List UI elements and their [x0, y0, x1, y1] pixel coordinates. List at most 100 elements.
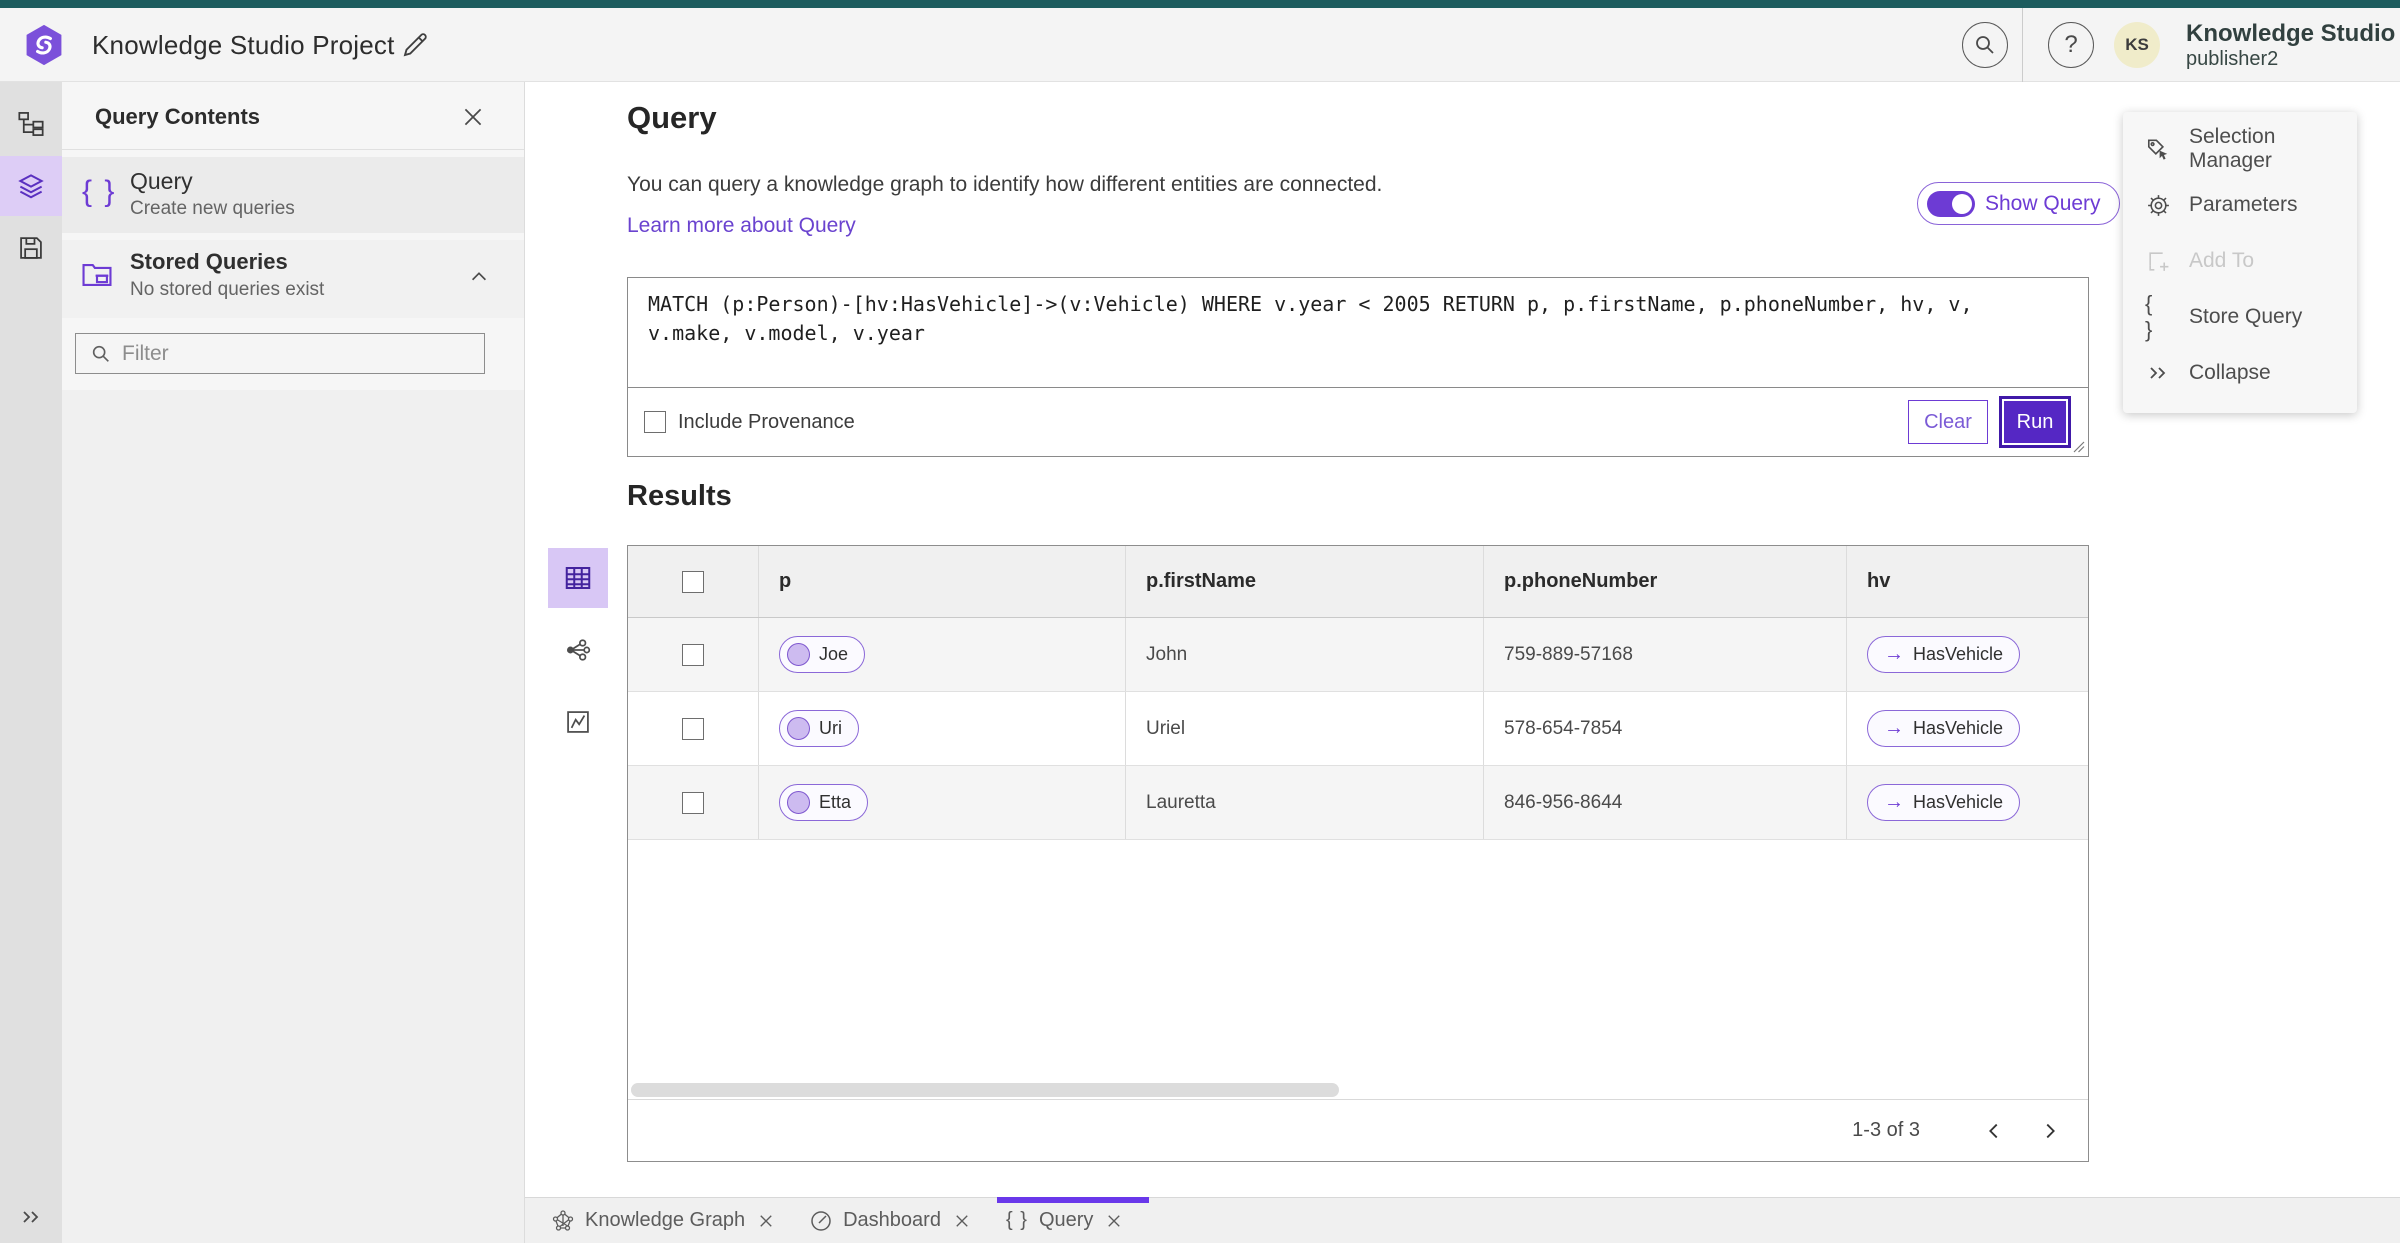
chevron-right-icon — [2046, 1123, 2055, 1138]
previous-page-button[interactable] — [1972, 1109, 2016, 1153]
include-provenance-label: Include Provenance — [678, 410, 855, 433]
include-provenance-checkbox[interactable] — [644, 411, 666, 433]
selection-manager-button[interactable]: Selection Manager — [2123, 121, 2357, 177]
app-header: Knowledge Studio Project ? KS Knowledge … — [0, 8, 2400, 82]
search-button[interactable] — [1962, 22, 2008, 68]
column-header-firstname[interactable]: p.firstName — [1126, 546, 1484, 617]
stored-queries-folder-icon — [80, 258, 114, 292]
query-item-subtitle: Create new queries — [130, 198, 295, 219]
cell-phone: 759-889-57168 — [1484, 618, 1847, 691]
expand-rail-button[interactable] — [0, 1195, 62, 1239]
close-icon — [464, 108, 482, 126]
project-title: Knowledge Studio Project — [92, 30, 395, 60]
query-input[interactable]: MATCH (p:Person)-[hv:HasVehicle]->(v:Veh… — [628, 278, 2088, 388]
table-pagination: 1-3 of 3 — [628, 1099, 2088, 1161]
double-chevron-right-icon — [2145, 360, 2171, 386]
page-title: Query — [627, 100, 717, 135]
select-all-checkbox[interactable] — [682, 570, 704, 593]
row-checkbox[interactable] — [682, 717, 704, 740]
selection-manager-icon — [2145, 136, 2171, 162]
left-icon-rail — [0, 82, 62, 1243]
rail-item-save[interactable] — [0, 218, 62, 278]
edit-title-icon[interactable] — [400, 30, 430, 60]
query-editor-footer: Include Provenance Clear Run — [628, 388, 2088, 456]
cell-firstname: Lauretta — [1126, 766, 1484, 839]
table-header-row: p p.firstName p.phoneNumber hv — [628, 546, 2088, 618]
pagination-range: 1-3 of 3 — [1852, 1119, 1920, 1141]
run-button[interactable]: Run — [2002, 399, 2068, 445]
table-row: Joe John 759-889-57168 → HasVehicle — [628, 618, 2088, 692]
panel-header: Query Contents — [62, 82, 524, 150]
learn-more-link[interactable]: Learn more about Query — [627, 214, 856, 238]
cell-phone: 578-654-7854 — [1484, 692, 1847, 765]
stored-queries-title: Stored Queries — [130, 249, 288, 274]
node-label: Etta — [819, 792, 852, 812]
tab-close-icon[interactable] — [1105, 1212, 1123, 1230]
entity-node-pill[interactable]: Uri — [779, 710, 859, 747]
node-dot-icon — [787, 717, 810, 740]
row-checkbox[interactable] — [682, 643, 704, 666]
tab-knowledge-graph[interactable]: Knowledge Graph — [543, 1198, 801, 1243]
table-empty-area — [628, 840, 2088, 1099]
stored-queries-subtitle: No stored queries exist — [130, 279, 325, 300]
tab-close-icon[interactable] — [953, 1212, 971, 1230]
selection-manager-label: Selection Manager — [2189, 125, 2276, 172]
results-table: p p.firstName p.phoneNumber hv Joe John … — [627, 545, 2089, 1162]
entity-node-pill[interactable]: Joe — [779, 636, 866, 673]
store-query-button[interactable]: { } Store Query — [2123, 289, 2357, 345]
search-icon — [92, 345, 109, 362]
query-contents-panel: Query Contents { } Query Create new quer… — [62, 82, 525, 1243]
chart-view-button[interactable] — [548, 692, 608, 752]
edge-label: HasVehicle — [1913, 792, 2004, 812]
graph-view-button[interactable] — [548, 620, 608, 680]
panel-item-query[interactable]: { } Query Create new queries — [62, 157, 524, 233]
add-to-button[interactable]: Add To — [2123, 233, 2357, 289]
results-view-switcher — [548, 548, 608, 764]
row-checkbox[interactable] — [682, 791, 704, 814]
collapse-panel-button[interactable]: Collapse — [2123, 345, 2357, 401]
horizontal-scrollbar[interactable] — [631, 1083, 1339, 1097]
braces-icon: { } — [2145, 291, 2155, 342]
user-avatar[interactable]: KS — [2114, 22, 2160, 68]
tab-query[interactable]: { } Query — [996, 1197, 1150, 1243]
next-page-button[interactable] — [2028, 1109, 2072, 1153]
column-header-p[interactable]: p — [759, 546, 1126, 617]
parameters-button[interactable]: Parameters — [2123, 177, 2357, 233]
avatar-initials: KS — [2125, 35, 2149, 54]
tab-close-icon[interactable] — [757, 1212, 775, 1230]
filter-field — [75, 333, 485, 374]
double-chevron-right-icon — [23, 1211, 39, 1223]
edge-arrow-icon: → — [1884, 791, 1904, 813]
rail-item-hierarchy[interactable] — [0, 94, 62, 154]
show-query-toggle[interactable]: Show Query — [1917, 182, 2120, 225]
close-panel-button[interactable] — [460, 104, 486, 130]
layers-icon — [18, 174, 44, 199]
tab-dashboard[interactable]: Dashboard — [801, 1198, 997, 1243]
rail-item-layers[interactable] — [0, 156, 62, 216]
help-button[interactable]: ? — [2048, 22, 2094, 68]
edge-pill[interactable]: → HasVehicle — [1867, 784, 2021, 821]
edge-pill[interactable]: → HasVehicle — [1867, 710, 2021, 747]
braces-icon: { } — [82, 175, 117, 208]
collapse-section-button[interactable] — [468, 266, 490, 288]
graph-icon — [566, 639, 591, 661]
clear-button[interactable]: Clear — [1908, 400, 1988, 444]
gear-icon — [2145, 192, 2171, 218]
table-view-button[interactable] — [548, 548, 608, 608]
user-menu[interactable]: Knowledge Studio publisher2 — [2186, 20, 2395, 71]
toggle-switch[interactable] — [1927, 190, 1975, 217]
knowledge-graph-icon — [551, 1209, 575, 1233]
add-to-icon — [2145, 248, 2171, 274]
app-logo[interactable] — [22, 23, 66, 67]
stored-queries-section[interactable]: Stored Queries No stored queries exist — [62, 240, 524, 318]
chevron-left-icon — [1989, 1123, 1998, 1138]
node-label: Uri — [819, 718, 842, 738]
column-header-phonenumber[interactable]: p.phoneNumber — [1484, 546, 1847, 617]
filter-input[interactable] — [122, 341, 452, 366]
edge-pill[interactable]: → HasVehicle — [1867, 636, 2021, 673]
store-query-label: Store Query — [2189, 305, 2303, 328]
tab-label: Query — [1038, 1209, 1094, 1231]
column-header-hv[interactable]: hv — [1847, 546, 2088, 617]
hierarchy-icon — [18, 112, 44, 136]
entity-node-pill[interactable]: Etta — [779, 784, 869, 821]
